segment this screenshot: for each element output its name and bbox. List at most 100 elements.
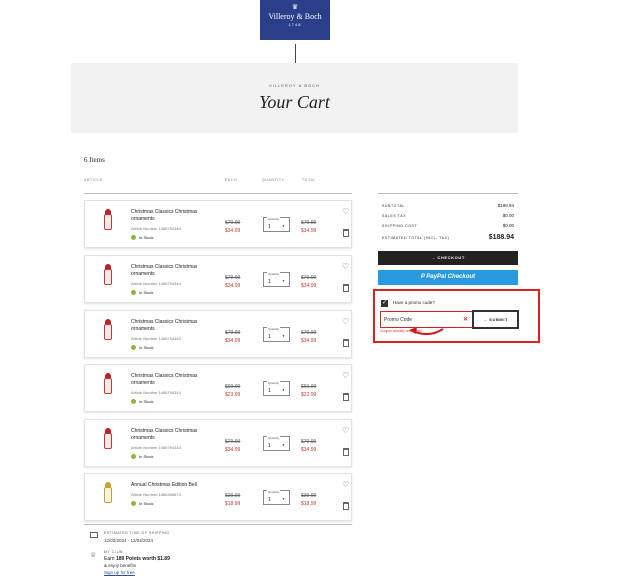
- quantity-value: 1: [268, 224, 271, 230]
- cart-item: Christmas Classics Christmas ornaments A…: [84, 310, 352, 358]
- promo-question: Have a promo code?: [393, 300, 435, 305]
- article-number: Article Number 1486794343: [131, 336, 181, 341]
- annotation-arrow-icon: [409, 327, 444, 335]
- quantity-select[interactable]: Quantity 1 ▼: [263, 436, 290, 451]
- divider: [378, 193, 518, 194]
- col-article: ARTICLE: [84, 178, 103, 182]
- trash-icon[interactable]: [343, 339, 349, 347]
- product-title[interactable]: Christmas Classics Christmas ornaments: [131, 209, 211, 223]
- total-sale-price: $34.99: [301, 283, 317, 289]
- quantity-select[interactable]: Quantity 1 ▼: [263, 272, 290, 287]
- hero-brand: VILLEROY & BOCH: [269, 83, 320, 88]
- product-title[interactable]: Christmas Classics Christmas ornaments: [131, 373, 211, 387]
- each-original-price: $69.99: [225, 384, 241, 390]
- in-stock-icon: [131, 501, 136, 506]
- quantity-label: Quantity: [267, 327, 281, 331]
- trash-icon[interactable]: [343, 393, 349, 401]
- trash-icon[interactable]: [343, 448, 349, 456]
- club-enjoy: & enjoy benefits: [104, 563, 137, 568]
- quantity-label: Quantity: [267, 381, 281, 385]
- heart-icon[interactable]: ♡: [342, 317, 349, 326]
- product-image[interactable]: [103, 209, 113, 233]
- product-image[interactable]: [103, 428, 113, 452]
- col-total: TOTAL: [302, 178, 316, 182]
- in-stock-icon: [131, 345, 136, 350]
- quantity-select[interactable]: Quantity 1 ▼: [263, 327, 290, 342]
- in-stock-icon: [131, 454, 136, 459]
- each-original-price: $79.99: [225, 275, 241, 281]
- heart-icon[interactable]: ♡: [342, 371, 349, 380]
- each-original-price: $39.99: [225, 493, 241, 499]
- quantity-value: 1: [268, 279, 271, 285]
- promo-checkbox[interactable]: ✓: [381, 300, 388, 307]
- in-stock-icon: [131, 399, 136, 404]
- stock-status: In Stock: [131, 290, 211, 295]
- checkout-button[interactable]: → CHECKOUT: [378, 251, 518, 265]
- total-original-price: $79.99: [301, 330, 317, 336]
- signup-link[interactable]: Sign up for free: [104, 570, 135, 575]
- clear-icon[interactable]: ✕: [463, 316, 468, 323]
- chevron-down-icon: ▼: [282, 279, 285, 283]
- each-sale-price: $18.99: [225, 501, 241, 507]
- submit-button[interactable]: → SUBMIT: [472, 310, 519, 329]
- divider: [84, 193, 352, 194]
- quantity-select[interactable]: Quantity 1 ▼: [263, 217, 290, 232]
- stock-status: In Stock: [131, 399, 211, 404]
- trash-icon[interactable]: [343, 502, 349, 510]
- each-original-price: $79.99: [225, 220, 241, 226]
- total-original-price: $39.99: [301, 493, 317, 499]
- brand-logo[interactable]: ♛ Villeroy & Boch 1748: [260, 0, 330, 40]
- each-sale-price: $23.99: [225, 392, 241, 398]
- cart-page: ♛ Villeroy & Boch 1748 VILLEROY & BOCH Y…: [0, 0, 640, 585]
- logo-name: Villeroy & Boch: [268, 12, 322, 21]
- trash-icon[interactable]: [343, 229, 349, 237]
- paypal-button[interactable]: P PayPal Checkout: [378, 270, 518, 285]
- product-title[interactable]: Christmas Classics Christmas ornaments: [131, 319, 211, 333]
- chevron-down-icon: ▼: [282, 443, 285, 447]
- chevron-down-icon: ▼: [282, 497, 285, 501]
- truck-icon: [90, 532, 98, 538]
- total-sale-price: $34.99: [301, 228, 317, 234]
- quantity-select[interactable]: Quantity 1 ▼: [263, 381, 290, 396]
- article-number: Article Number 1486266873: [131, 492, 181, 497]
- club-earn: Earn 189 Points worth $1.89: [104, 556, 170, 562]
- col-quantity: QUANTITY: [262, 178, 285, 182]
- quantity-select[interactable]: Quantity 1 ▼: [263, 490, 290, 505]
- cart-item: Christmas Classics Christmas ornaments A…: [84, 419, 352, 467]
- total-original-price: $79.99: [301, 220, 317, 226]
- quantity-label: Quantity: [267, 436, 281, 440]
- each-original-price: $79.99: [225, 439, 241, 445]
- in-stock-icon: [131, 290, 136, 295]
- chevron-down-icon: ▼: [282, 224, 285, 228]
- in-stock-icon: [131, 235, 136, 240]
- page-title: Your Cart: [259, 92, 330, 112]
- total-original-price: $79.99: [301, 439, 317, 445]
- col-each: EACH: [225, 178, 238, 182]
- total-sale-price: $34.99: [301, 447, 317, 453]
- cart-item: Christmas Classics Christmas ornaments A…: [84, 255, 352, 303]
- product-image[interactable]: [103, 264, 113, 288]
- each-original-price: $79.99: [225, 330, 241, 336]
- heart-icon[interactable]: ♡: [342, 480, 349, 489]
- heart-icon[interactable]: ♡: [342, 262, 349, 271]
- each-sale-price: $34.99: [225, 283, 241, 289]
- stock-status: In Stock: [131, 235, 211, 240]
- cart-item: Christmas Classics Christmas ornaments A…: [84, 200, 352, 248]
- shipping-label: ESTIMATED TIME OF SHIPPING: [104, 531, 170, 535]
- total-original-price: $69.99: [301, 384, 317, 390]
- product-image[interactable]: [103, 482, 113, 506]
- product-image[interactable]: [103, 319, 113, 343]
- product-image[interactable]: [103, 373, 113, 397]
- heart-icon[interactable]: ♡: [342, 207, 349, 216]
- quantity-label: Quantity: [267, 217, 281, 221]
- product-title[interactable]: Christmas Classics Christmas ornaments: [131, 428, 211, 442]
- product-title[interactable]: Christmas Classics Christmas ornaments: [131, 264, 211, 278]
- trash-icon[interactable]: [343, 284, 349, 292]
- heart-icon[interactable]: ♡: [342, 426, 349, 435]
- product-title[interactable]: Annual Christmas Edition Bell: [131, 482, 211, 489]
- quantity-value: 1: [268, 497, 271, 503]
- club-icon: ♕: [90, 552, 97, 559]
- quantity-value: 1: [268, 334, 271, 340]
- cart-item: Christmas Classics Christmas ornaments A…: [84, 364, 352, 412]
- items-count: 6 Items: [84, 156, 105, 164]
